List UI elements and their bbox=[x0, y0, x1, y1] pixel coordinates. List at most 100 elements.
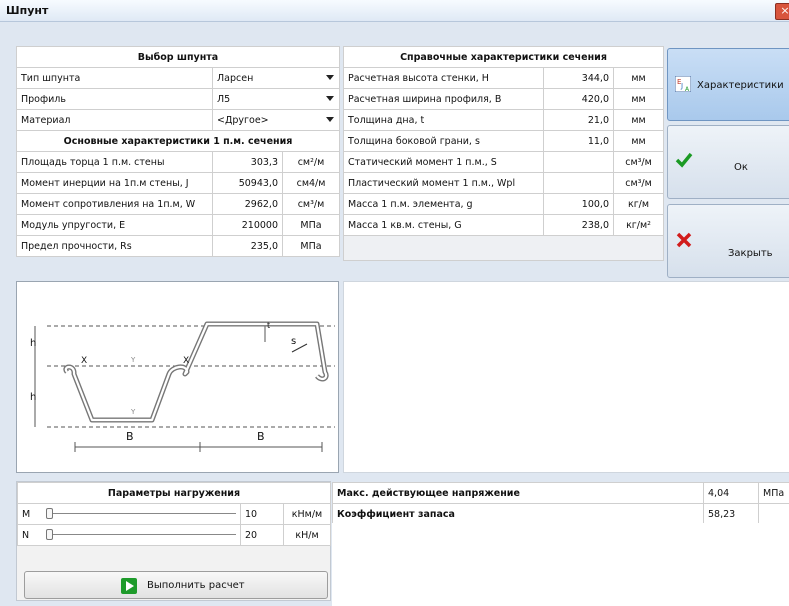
main-row-label: Момент сопротивления на 1п.м, W bbox=[16, 193, 213, 215]
ok-label: Ок bbox=[734, 162, 748, 173]
m-unit: кНм/м bbox=[283, 503, 331, 525]
reference-row-label: Пластический момент 1 п.м., Wpl bbox=[343, 172, 544, 194]
material-dropdown[interactable]: <Другое> bbox=[212, 109, 340, 131]
chevron-down-icon bbox=[326, 96, 334, 101]
reference-table: Справочные характеристики сечения Расчет… bbox=[342, 46, 665, 261]
n-value-input[interactable]: 20 bbox=[240, 524, 284, 546]
main-row-label: Момент инерции на 1п.м стены, J bbox=[16, 172, 213, 194]
reference-row-unit: кг/м² bbox=[612, 214, 665, 236]
play-icon bbox=[121, 578, 137, 594]
n-label: N bbox=[22, 529, 30, 541]
reference-row-value: 21,0 bbox=[543, 109, 614, 131]
reference-row-label: Расчетная ширина профиля, B bbox=[343, 88, 544, 110]
reference-row-value bbox=[543, 151, 614, 173]
main-row-value: 210000 bbox=[212, 214, 283, 236]
results-empty-area bbox=[332, 523, 789, 606]
characteristics-icon: EJA bbox=[674, 75, 692, 93]
main-row-value: 50943,0 bbox=[212, 172, 283, 194]
characteristics-button[interactable]: EJA Характеристики bbox=[667, 48, 789, 121]
profile-dropdown[interactable]: Л5 bbox=[212, 88, 340, 110]
m-value-input[interactable]: 10 bbox=[240, 503, 284, 525]
reference-row-label: Толщина боковой грани, s bbox=[343, 130, 544, 152]
svg-text:J: J bbox=[680, 82, 683, 90]
main-row-label: Предел прочности, Rs bbox=[16, 235, 213, 257]
main-row-unit: МПа bbox=[282, 214, 340, 236]
reference-row-label: Расчетная высота стенки, H bbox=[343, 67, 544, 89]
loading-header: Параметры нагружения bbox=[17, 482, 331, 504]
chevron-down-icon bbox=[326, 117, 334, 122]
type-value: Ларсен bbox=[217, 72, 254, 84]
check-icon bbox=[675, 151, 693, 168]
main-row-label: Площадь торца 1 п.м. стены bbox=[16, 151, 213, 173]
s-label: s bbox=[291, 336, 297, 347]
results-area bbox=[343, 281, 789, 473]
n-unit: кН/м bbox=[283, 524, 331, 546]
result-label: Коэффициент запаса bbox=[332, 503, 704, 525]
result-label: Макс. действующее напряжение bbox=[332, 482, 704, 504]
close-label: Закрыть bbox=[728, 248, 773, 259]
type-dropdown[interactable]: Ларсен bbox=[212, 67, 340, 89]
reference-row-value: 100,0 bbox=[543, 193, 614, 215]
reference-row-value: 344,0 bbox=[543, 67, 614, 89]
selection-header: Выбор шпунта bbox=[16, 46, 340, 68]
characteristics-label: Характеристики bbox=[697, 80, 784, 91]
main-row-value: 2962,0 bbox=[212, 193, 283, 215]
selection-table: Выбор шпунта Тип шпунта Ларсен Профиль Л… bbox=[16, 46, 340, 257]
main-row-unit: МПа bbox=[282, 235, 340, 257]
t-label: t bbox=[267, 321, 271, 330]
result-value: 4,04 bbox=[703, 482, 759, 504]
ok-button[interactable]: Ок bbox=[667, 125, 789, 199]
reference-row-unit: мм bbox=[612, 88, 665, 110]
b-label-right: B bbox=[257, 430, 265, 443]
selection-profile-label: Профиль bbox=[16, 88, 213, 110]
reference-empty-row bbox=[342, 235, 665, 261]
main-row-unit: см4/м bbox=[282, 172, 340, 194]
loading-table: Параметры нагружения M 10 кНм/м N 20 кН/… bbox=[17, 482, 331, 546]
result-value: 58,23 bbox=[703, 503, 759, 525]
reference-row-label: Масса 1 кв.м. стены, G bbox=[343, 214, 544, 236]
m-slider-track[interactable] bbox=[46, 513, 236, 514]
h-label-lower: h bbox=[30, 392, 37, 403]
y-label-top: Y bbox=[131, 356, 136, 364]
reference-row-value: 238,0 bbox=[543, 214, 614, 236]
m-slider-thumb[interactable] bbox=[46, 508, 53, 519]
reference-row-label: Статический момент 1 п.м., S bbox=[343, 151, 544, 173]
material-value: <Другое> bbox=[217, 114, 269, 126]
reference-row-unit: мм bbox=[612, 67, 665, 89]
y-label-bottom: Y bbox=[131, 408, 136, 416]
window-title: Шпунт bbox=[6, 4, 49, 17]
profile-figure: h h B B X X Y Y s t bbox=[16, 281, 339, 473]
reference-row-value: 11,0 bbox=[543, 130, 614, 152]
x-label-left: X bbox=[81, 356, 88, 366]
close-x-icon bbox=[675, 231, 692, 248]
h-label-upper: h bbox=[30, 338, 37, 349]
reference-row-value: 420,0 bbox=[543, 88, 614, 110]
title-bar: Шпунт × bbox=[0, 0, 789, 22]
selection-material-label: Материал bbox=[16, 109, 213, 131]
n-slider-row: N bbox=[17, 524, 241, 546]
n-slider-thumb[interactable] bbox=[46, 529, 53, 540]
result-unit bbox=[758, 503, 789, 525]
main-row-label: Модуль упругости, E bbox=[16, 214, 213, 236]
main-row-unit: см³/м bbox=[282, 193, 340, 215]
reference-row-unit: см³/м bbox=[612, 151, 665, 173]
n-slider-track[interactable] bbox=[46, 534, 236, 535]
main-row-value: 235,0 bbox=[212, 235, 283, 257]
reference-row-unit: см³/м bbox=[612, 172, 665, 194]
m-slider-row: M bbox=[17, 503, 241, 525]
b-label-left: B bbox=[126, 430, 134, 443]
run-calculation-button[interactable]: Выполнить расчет bbox=[24, 571, 328, 599]
reference-row-value bbox=[543, 172, 614, 194]
reference-row-label: Масса 1 п.м. элемента, g bbox=[343, 193, 544, 215]
close-icon[interactable]: × bbox=[775, 3, 789, 20]
sheet-pile-drawing bbox=[34, 321, 335, 452]
m-label: M bbox=[22, 508, 31, 520]
reference-row-label: Толщина дна, t bbox=[343, 109, 544, 131]
main-section-header: Основные характеристики 1 п.м. сечения bbox=[16, 130, 340, 152]
close-button[interactable]: Закрыть bbox=[667, 204, 789, 278]
profile-value: Л5 bbox=[217, 93, 231, 105]
chevron-down-icon bbox=[326, 75, 334, 80]
reference-row-unit: мм bbox=[612, 109, 665, 131]
main-row-unit: см²/м bbox=[282, 151, 340, 173]
reference-header: Справочные характеристики сечения bbox=[342, 46, 665, 68]
